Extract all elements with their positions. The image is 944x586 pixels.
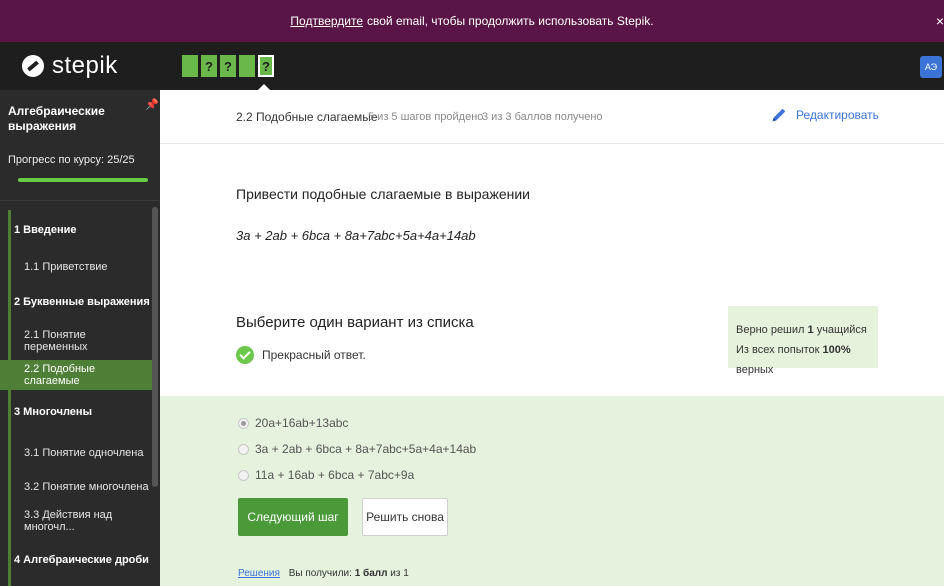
check-icon	[236, 346, 254, 364]
task-expression: 3a + 2ab + 6bca + 8a+7abc+5a+4a+14ab	[236, 228, 476, 243]
confirm-email-link[interactable]: Подтвердите	[290, 14, 363, 28]
edit-label: Редактировать	[796, 108, 879, 122]
stats-solved-unit: учащийся	[816, 324, 867, 336]
lesson-title: 2.2 Подобные слагаемые	[236, 110, 378, 124]
step-3[interactable]: ?	[220, 55, 236, 77]
radio-option-2[interactable]	[238, 443, 249, 455]
solve-stats: Верно решил 1 учащийся Из всех попыток 1…	[728, 306, 878, 376]
points-received: 3 из 3 баллов получено	[482, 111, 603, 123]
solutions-link[interactable]: Решения	[238, 568, 280, 579]
sidebar-scrollbar[interactable]	[152, 207, 158, 487]
edit-button[interactable]: Редактировать	[770, 106, 879, 124]
radio-option-1[interactable]	[238, 417, 249, 429]
stats-solved-label: Верно решил	[736, 324, 805, 336]
sidebar-section-polynomials[interactable]: 3 Многочлены	[0, 394, 152, 430]
sidebar-lesson-2-2-active[interactable]: 2.2 Подобные слагаемые	[0, 360, 152, 390]
stats-solved-count: 1	[807, 324, 814, 336]
step-1[interactable]	[182, 55, 198, 77]
solve-again-button[interactable]: Решить снова	[362, 498, 448, 536]
sidebar-lesson-3-3[interactable]: 3.3 Действия над многочл...	[0, 506, 152, 536]
step-5-current[interactable]: ?	[258, 55, 274, 77]
course-progress-fill	[18, 178, 148, 182]
stats-line-2: Из всех попыток 100% верных	[736, 340, 870, 380]
success-message: Прекрасный ответ.	[236, 346, 366, 364]
option-3-label: 11a + 16ab + 6bca + 7abc+9a	[255, 468, 415, 482]
top-header: stepik ? ? ?	[0, 42, 944, 90]
stats-line-1: Верно решил 1 учащийся	[736, 320, 870, 340]
stepik-logo-icon	[22, 55, 44, 77]
received-label: Вы получили:	[288, 568, 352, 579]
sidebar-lesson-2-1[interactable]: 2.1 Понятие переменных	[0, 326, 152, 356]
steps-done: 5 из 5 шагов пройдено	[368, 111, 484, 123]
option-2[interactable]: 3a + 2ab + 6bca + 8a+7abc+5a+4a+14ab	[238, 442, 476, 456]
radio-option-3[interactable]	[238, 469, 249, 481]
course-sidebar: Алгебраические выражения 📌 Прогресс по к…	[0, 90, 160, 586]
choose-one-heading: Выберите один вариант из списка	[236, 314, 474, 331]
sidebar-lesson-3-1[interactable]: 3.1 Понятие одночлена	[0, 438, 152, 468]
option-3[interactable]: 11a + 16ab + 6bca + 7abc+9a	[238, 468, 414, 482]
sidebar-section-algebraic-fractions[interactable]: 4 Алгебраические дроби	[0, 542, 152, 578]
stepik-logo[interactable]: stepik	[22, 52, 118, 80]
sidebar-divider	[0, 200, 160, 201]
lesson-header: 2.2 Подобные слагаемые 5 из 5 шагов прой…	[160, 90, 944, 144]
task-title: Привести подобные слагаемые в выражении	[236, 186, 530, 202]
sidebar-lesson-1-1[interactable]: 1.1 Приветствие	[0, 252, 152, 282]
stats-percent-unit: верных	[736, 364, 774, 376]
option-1[interactable]: 20a+16ab+13abc	[238, 416, 348, 430]
received-total: из 1	[390, 568, 409, 579]
course-title[interactable]: Алгебраические выражения	[8, 104, 143, 134]
step-2[interactable]: ?	[201, 55, 217, 77]
course-progress-label: Прогресс по курсу: 25/25	[8, 154, 135, 166]
stats-attempts-label: Из всех попыток	[736, 344, 820, 356]
step-4[interactable]	[239, 55, 255, 77]
banner-text: свой email, чтобы продолжить использоват…	[367, 14, 654, 28]
success-text: Прекрасный ответ.	[262, 348, 366, 362]
stats-percent: 100%	[822, 344, 851, 356]
option-2-label: 3a + 2ab + 6bca + 8a+7abc+5a+4a+14ab	[255, 442, 477, 456]
close-icon[interactable]: ×	[936, 13, 944, 29]
user-avatar[interactable]: АЭ	[920, 56, 942, 78]
brand-name: stepik	[52, 52, 118, 79]
sidebar-section-intro[interactable]: 1 Введение	[0, 212, 152, 248]
result-footer: Решения Вы получили: 1 балл из 1	[238, 568, 409, 579]
option-1-label: 20a+16ab+13abc	[255, 416, 349, 430]
course-progress-bar	[18, 178, 148, 182]
pin-icon[interactable]: 📌	[145, 98, 159, 111]
sidebar-section-letter-expressions[interactable]: 2 Буквенные выражения	[0, 284, 152, 320]
pencil-icon	[772, 108, 786, 122]
received-points: 1 балл	[354, 568, 388, 579]
next-step-button[interactable]: Следующий шаг	[238, 498, 348, 536]
step-navigator: ? ? ?	[182, 55, 274, 77]
sidebar-lesson-3-2[interactable]: 3.2 Понятие многочлена	[0, 472, 152, 502]
email-confirm-banner: Подтвердите свой email, чтобы продолжить…	[0, 0, 944, 42]
